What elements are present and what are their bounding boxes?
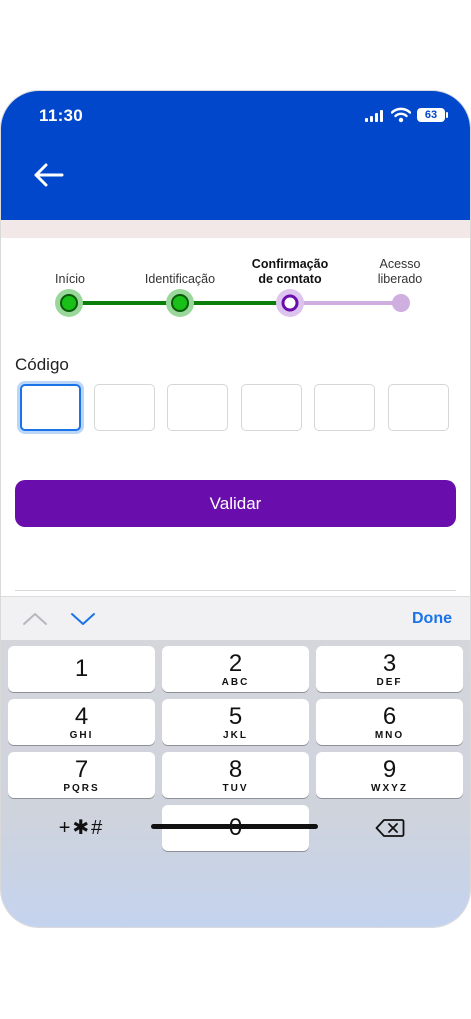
battery-icon: 63 xyxy=(417,108,448,122)
wifi-icon xyxy=(391,107,411,123)
key-2[interactable]: 2 ABC xyxy=(162,646,309,692)
numeric-keypad: 1 2 ABC 3 DEF 4 GHI 5 JKL 6 MNO 7 PQRS 8 TUV 9W… xyxy=(1,640,470,927)
key-symbols[interactable]: +✱# xyxy=(8,805,155,851)
cellular-signal-icon xyxy=(365,110,385,122)
app-header: 11:30 63 xyxy=(1,91,470,220)
validate-button[interactable]: Validar xyxy=(15,480,456,527)
done-button[interactable]: Done xyxy=(412,610,452,628)
code-digit-1[interactable] xyxy=(20,384,81,431)
key-4[interactable]: 4 GHI xyxy=(8,699,155,745)
code-digit-2[interactable] xyxy=(94,384,155,431)
step-label-confirmacao: Confirmação de contato xyxy=(251,257,329,286)
key-backspace[interactable] xyxy=(316,805,463,851)
key-3[interactable]: 3 DEF xyxy=(316,646,463,692)
key-1[interactable]: 1 xyxy=(8,646,155,692)
step-dot-acesso xyxy=(392,294,410,312)
home-indicator xyxy=(151,824,318,829)
header-accent-band xyxy=(1,220,470,238)
stepper-track xyxy=(55,289,410,317)
divider xyxy=(15,590,456,591)
step-label-inicio: Início xyxy=(55,272,85,286)
code-digit-3[interactable] xyxy=(167,384,228,431)
key-5[interactable]: 5 JKL xyxy=(162,699,309,745)
status-time: 11:30 xyxy=(39,106,84,125)
code-label: Código xyxy=(15,355,69,374)
code-digit-4[interactable] xyxy=(241,384,302,431)
key-9[interactable]: 9 WXYZ xyxy=(316,752,463,798)
back-arrow-icon[interactable] xyxy=(33,162,65,188)
code-digit-5[interactable] xyxy=(314,384,375,431)
code-digit-6[interactable] xyxy=(388,384,449,431)
step-label-acesso: Acesso liberado xyxy=(377,257,423,286)
step-label-identificacao: Identificação xyxy=(144,272,216,286)
backspace-icon xyxy=(375,819,404,837)
key-6[interactable]: 6 MNO xyxy=(316,699,463,745)
key-8[interactable]: 8 TUV xyxy=(162,752,309,798)
keyboard-toolbar: Done xyxy=(1,596,470,641)
phone-screen: 11:30 63 Início Identificação Confirmaçã… xyxy=(1,91,470,927)
progress-stepper: Início Identificação Confirmação de cont… xyxy=(1,246,470,326)
chevron-up-icon[interactable] xyxy=(22,611,48,627)
key-7[interactable]: 7 PQRS xyxy=(8,752,155,798)
chevron-down-icon[interactable] xyxy=(70,611,96,627)
